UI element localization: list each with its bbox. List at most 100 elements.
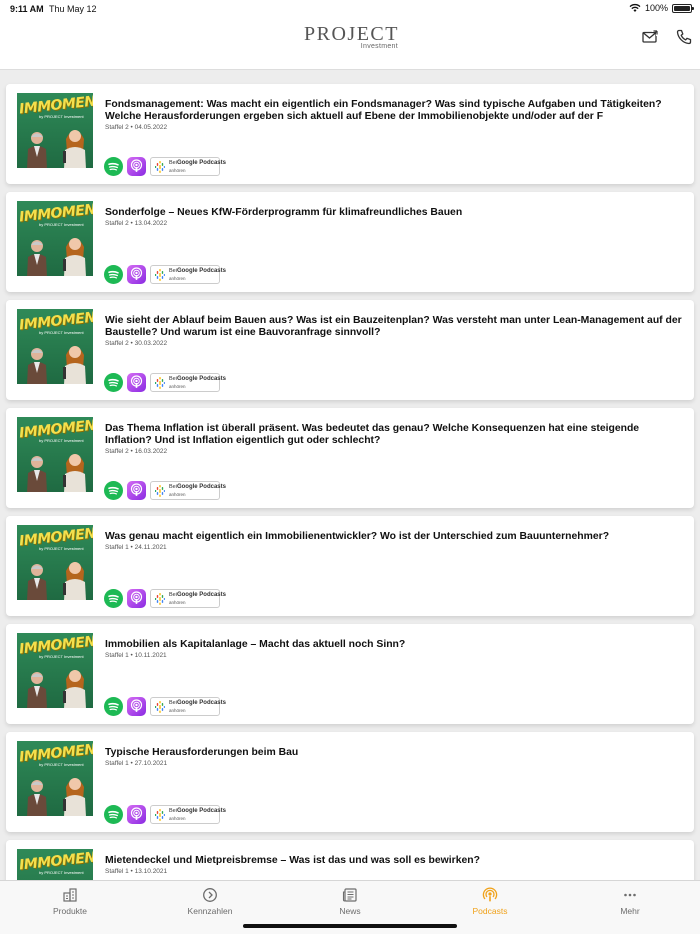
tab-label: News [339,906,361,916]
battery-icon [672,3,694,13]
episode-meta: Staffel 2 • 16.03.2022 [105,448,168,455]
tab-label: Mehr [620,906,640,916]
apple-podcasts-icon[interactable] [127,373,146,392]
episode-title[interactable]: Immobilien als Kapitalanlage – Macht das… [105,639,683,651]
thumbnail-subline: by PROJECT Investment [39,870,84,875]
apple-podcasts-icon[interactable] [127,589,146,608]
google-podcasts-badge[interactable]: BeiGoogle Podcasts anhören [150,697,226,716]
wifi-icon [629,4,641,12]
platform-badges: BeiGoogle Podcasts anhören [104,589,226,608]
spotify-icon[interactable] [104,373,123,392]
google-podcasts-icon [155,377,165,389]
episode-thumbnail[interactable]: IMMOMENT by PROJECT Investment [17,201,93,276]
apple-podcasts-icon[interactable] [127,481,146,500]
spotify-icon[interactable] [104,481,123,500]
google-badge-top: BeiGoogle Podcasts [169,484,226,490]
thumbnail-subline: by PROJECT Investment [39,114,84,119]
podcast-episode-list[interactable]: IMMOMENT by PROJECT Investment Fondsmana… [0,76,700,880]
google-podcasts-badge[interactable]: BeiGoogle Podcasts anhören [150,481,226,500]
episode-meta: Staffel 2 • 30.03.2022 [105,340,168,347]
google-podcasts-badge[interactable]: BeiGoogle Podcasts anhören [150,265,226,284]
apple-podcasts-icon[interactable] [127,805,146,824]
episode-thumbnail[interactable]: IMMOMENT by PROJECT Investment [17,849,93,880]
episode-title[interactable]: Was genau macht eigentlich ein Immobilie… [105,531,683,543]
episode-card[interactable]: IMMOMENT by PROJECT Investment Typische … [6,732,694,832]
status-time: 9:11 AM [10,4,44,14]
google-prefix: Bei [169,268,177,274]
tab-label: Podcasts [472,906,508,916]
host-man-illustration [27,240,47,276]
tab-news[interactable]: News [300,887,400,916]
status-indicators: 100% [629,3,694,13]
google-brand: Google Podcasts [176,700,226,706]
app-header: PROJECT Investment [0,18,700,70]
spotify-icon[interactable] [104,265,123,284]
host-woman-illustration [63,454,86,492]
tab-podcasts[interactable]: Podcasts [440,887,540,916]
google-podcasts-badge[interactable]: BeiGoogle Podcasts anhören [150,373,226,392]
home-indicator [243,924,457,928]
google-brand: Google Podcasts [176,376,226,382]
episode-title[interactable]: Sonderfolge – Neues KfW-Förderprogramm f… [105,207,683,219]
google-badge-top: BeiGoogle Podcasts [169,700,226,706]
apple-podcasts-icon[interactable] [127,157,146,176]
spotify-icon[interactable] [104,157,123,176]
host-man-illustration [27,780,47,816]
google-podcasts-icon [155,161,165,173]
apple-podcasts-icon[interactable] [127,697,146,716]
building-icon [20,887,120,903]
phone-icon[interactable] [675,28,693,46]
tab-kennzahlen[interactable]: Kennzahlen [160,887,260,916]
episode-meta: Staffel 1 • 13.10.2021 [105,868,168,875]
google-podcasts-icon [155,485,165,497]
spotify-icon[interactable] [104,697,123,716]
status-date: Thu May 12 [49,4,97,14]
more-icon [580,887,680,903]
project-investment-logo[interactable]: PROJECT Investment [304,24,398,50]
episode-title[interactable]: Das Thema Inflation ist überall präsent.… [105,423,683,446]
episode-card[interactable]: IMMOMENT by PROJECT Investment Was genau… [6,516,694,616]
episode-title[interactable]: Wie sieht der Ablauf beim Bauen aus? Was… [105,315,683,338]
podcast-icon [440,887,540,903]
episode-thumbnail[interactable]: IMMOMENT by PROJECT Investment [17,525,93,600]
episode-thumbnail[interactable]: IMMOMENT by PROJECT Investment [17,741,93,816]
chart-circle-icon [160,887,260,903]
google-badge-top: BeiGoogle Podcasts [169,376,226,382]
platform-badges: BeiGoogle Podcasts anhören [104,265,226,284]
platform-badges: BeiGoogle Podcasts anhören [104,157,226,176]
episode-card[interactable]: IMMOMENT by PROJECT Investment Wie sieht… [6,300,694,400]
google-prefix: Bei [169,700,177,706]
episode-thumbnail[interactable]: IMMOMENT by PROJECT Investment [17,309,93,384]
episode-card[interactable]: IMMOMENT by PROJECT Investment Fondsmana… [6,84,694,184]
episode-thumbnail[interactable]: IMMOMENT by PROJECT Investment [17,93,93,168]
google-badge-top: BeiGoogle Podcasts [169,160,226,166]
tab-produkte[interactable]: Produkte [20,887,120,916]
apple-podcasts-icon[interactable] [127,265,146,284]
google-brand: Google Podcasts [176,268,226,274]
episode-thumbnail[interactable]: IMMOMENT by PROJECT Investment [17,417,93,492]
google-podcasts-icon [155,269,165,281]
google-podcasts-badge[interactable]: BeiGoogle Podcasts anhören [150,589,226,608]
episode-title[interactable]: Fondsmanagement: Was macht ein eigentlic… [105,99,683,122]
host-woman-illustration [63,346,86,384]
episode-card[interactable]: IMMOMENT by PROJECT Investment Immobilie… [6,624,694,724]
host-woman-illustration [63,130,86,168]
mail-icon[interactable] [641,28,659,46]
google-badge-bottom: anhören [169,276,186,281]
spotify-icon[interactable] [104,589,123,608]
google-podcasts-badge[interactable]: BeiGoogle Podcasts anhören [150,157,226,176]
app-screen: 9:11 AM Thu May 12 100% PROJECT Investme… [0,0,700,934]
episode-thumbnail[interactable]: IMMOMENT by PROJECT Investment [17,633,93,708]
episode-card[interactable]: IMMOMENT by PROJECT Investment Das Thema… [6,408,694,508]
tab-mehr[interactable]: Mehr [580,887,680,916]
logo-main-text: PROJECT [304,23,399,45]
episode-card[interactable]: IMMOMENT by PROJECT Investment Sonderfol… [6,192,694,292]
google-podcasts-badge[interactable]: BeiGoogle Podcasts anhören [150,805,226,824]
spotify-icon[interactable] [104,805,123,824]
episode-title[interactable]: Mietendeckel und Mietpreisbremse – Was i… [105,855,683,867]
episode-card[interactable]: IMMOMENT by PROJECT Investment Mietendec… [6,840,694,880]
episode-title[interactable]: Typische Herausforderungen beim Bau [105,747,683,759]
episode-meta: Staffel 2 • 13.04.2022 [105,220,168,227]
platform-badges: BeiGoogle Podcasts anhören [104,697,226,716]
google-prefix: Bei [169,160,177,166]
